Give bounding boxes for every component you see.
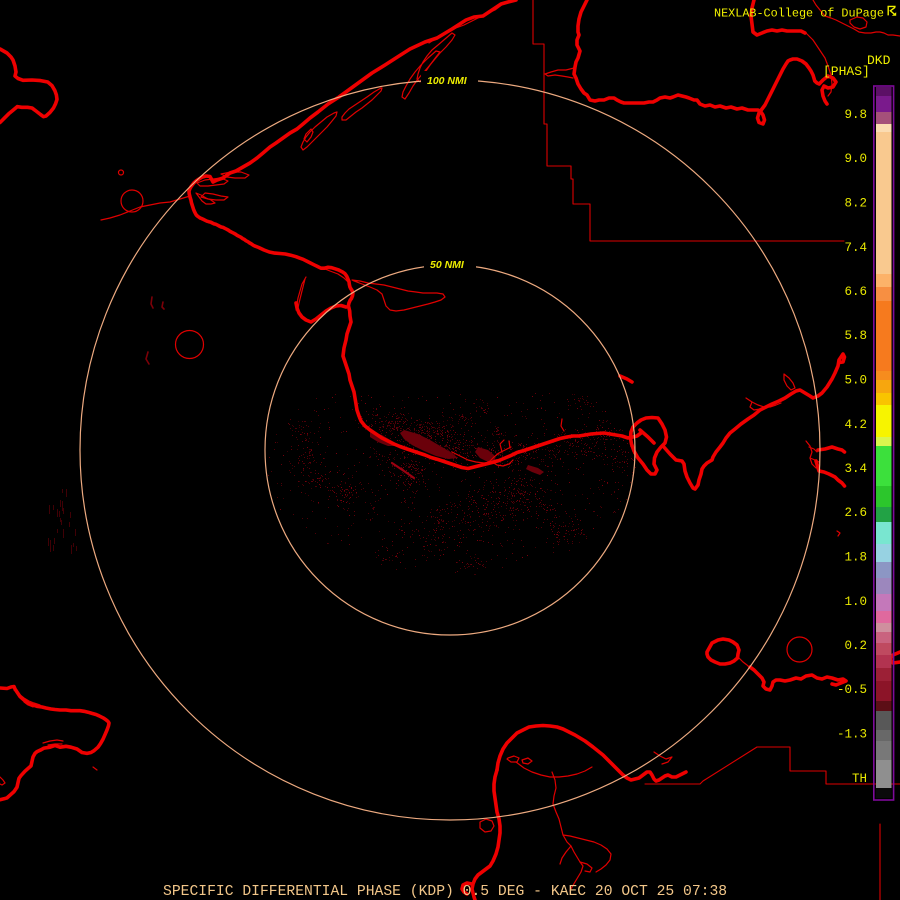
svg-text:5.0: 5.0 [844, 374, 867, 388]
svg-text:SPECIFIC DIFFERENTIAL PHASE (K: SPECIFIC DIFFERENTIAL PHASE (KDP) 0.5 DE… [163, 884, 727, 900]
svg-text:8.2: 8.2 [844, 197, 867, 211]
svg-text:3.4: 3.4 [844, 462, 867, 476]
svg-text:2.6: 2.6 [844, 506, 867, 520]
svg-text:1.8: 1.8 [844, 551, 867, 565]
svg-text:4.2: 4.2 [844, 418, 867, 432]
svg-text:1.0: 1.0 [844, 595, 867, 609]
svg-text:5.8: 5.8 [844, 329, 867, 343]
svg-text:100 NMI: 100 NMI [427, 75, 468, 87]
svg-text:0.2: 0.2 [844, 639, 867, 653]
svg-text:9.8: 9.8 [844, 108, 867, 122]
svg-text:-1.3: -1.3 [837, 728, 867, 742]
svg-text:7.4: 7.4 [844, 241, 867, 255]
svg-text:NEXLAB-College of DuPage: NEXLAB-College of DuPage [714, 7, 884, 21]
svg-text:9.0: 9.0 [844, 152, 867, 166]
svg-text:50 NMI: 50 NMI [430, 259, 465, 271]
svg-text:TH: TH [852, 772, 867, 786]
svg-text:-0.5: -0.5 [837, 683, 867, 697]
svg-text:DKD: DKD [867, 53, 891, 68]
svg-text:[PHAS]: [PHAS] [823, 64, 870, 79]
svg-text:6.6: 6.6 [844, 285, 867, 299]
